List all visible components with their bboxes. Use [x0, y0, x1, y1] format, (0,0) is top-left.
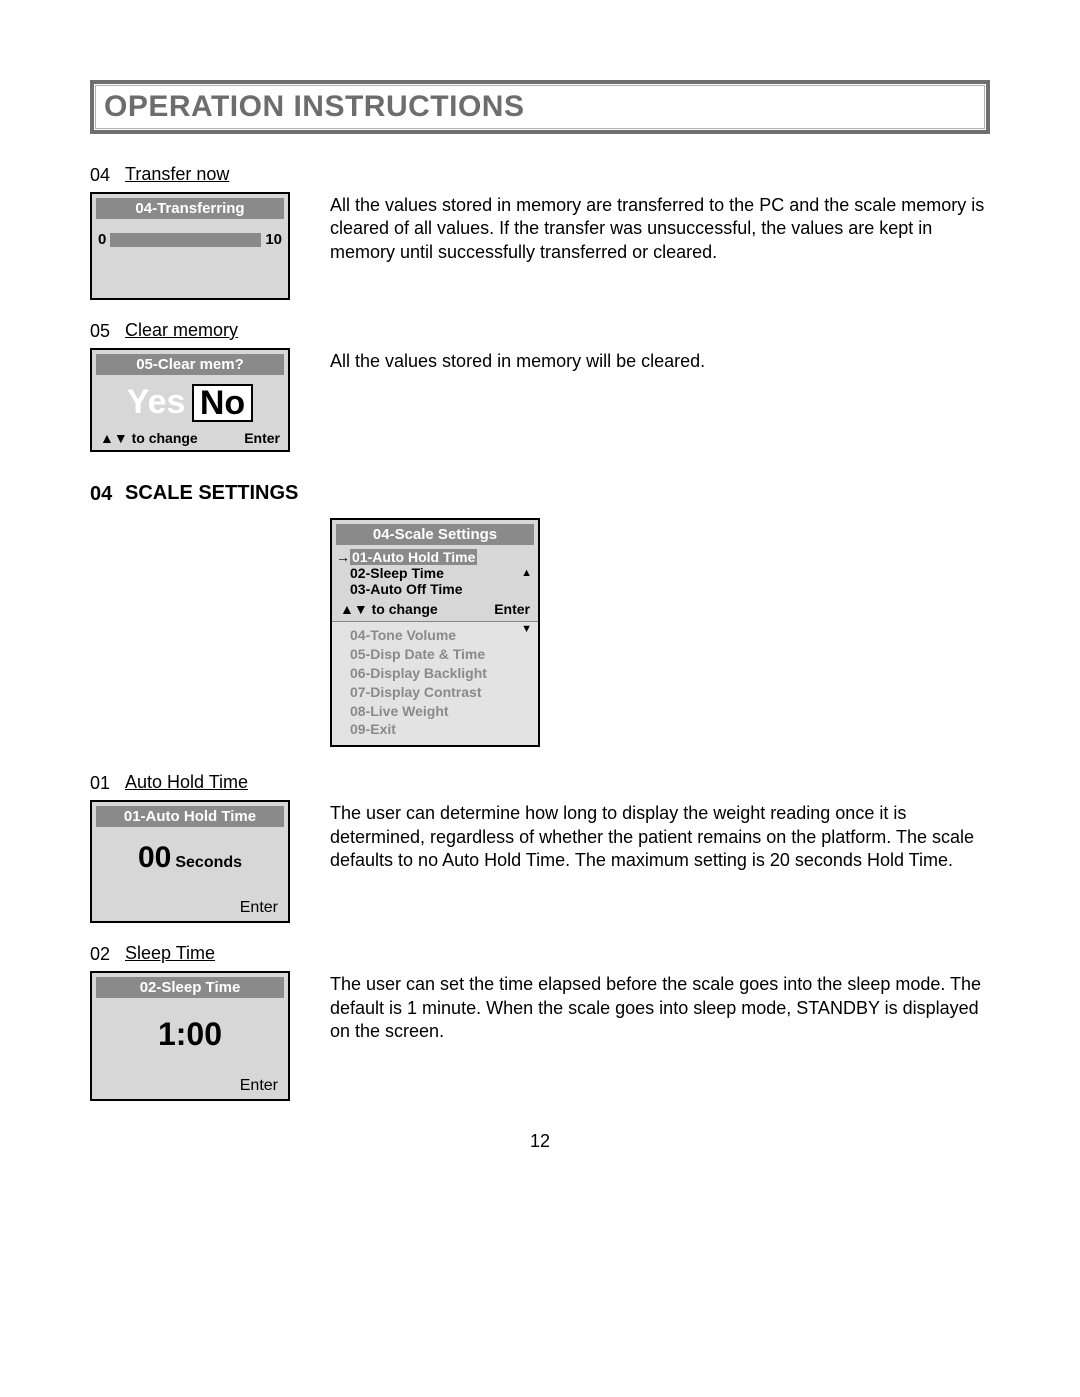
autohold-screen: 01-Auto Hold Time 00Seconds Enter	[90, 800, 290, 923]
option-no[interactable]: No	[192, 384, 253, 422]
item-transfer-content: 04-Transferring 0 10 All the values stor…	[90, 192, 990, 300]
yes-no-prompt: Yes No	[92, 375, 288, 428]
option-yes[interactable]: Yes	[127, 383, 186, 422]
menu-item: 07-Display Contrast	[350, 683, 532, 702]
scroll-up-icon[interactable]: ▲	[521, 567, 532, 579]
item-clear-header: 05 Clear memory	[90, 320, 990, 342]
hint-change: ▲▼ to change	[340, 601, 438, 617]
page-title: OPERATION INSTRUCTIONS	[104, 90, 976, 124]
scale-settings-menu-wrap: 04-Scale Settings → ▲ ▼ 01-Auto Hold Tim…	[330, 518, 990, 747]
item-clear-content: 05-Clear mem? Yes No ▲▼ to change Enter …	[90, 348, 990, 452]
hint-enter: Enter	[494, 601, 530, 617]
menu-footer: ▲▼ to change Enter	[332, 599, 538, 621]
selection-arrow-icon: →	[336, 549, 350, 565]
menu-item[interactable]: 02-Sleep Time	[350, 565, 532, 581]
item-number: 01	[90, 772, 125, 794]
hint-change: ▲▼ to change	[100, 430, 198, 446]
clear-screen: 05-Clear mem? Yes No ▲▼ to change Enter	[90, 348, 290, 452]
hint-enter: Enter	[92, 875, 288, 921]
section-scale-settings: 04 SCALE SETTINGS	[90, 482, 990, 506]
sub-sleep-header: 02 Sleep Time	[90, 943, 990, 965]
autohold-value: 00Seconds	[92, 827, 288, 875]
sleep-value: 1:00	[92, 998, 288, 1053]
sleep-screen: 02-Sleep Time 1:00 Enter	[90, 971, 290, 1101]
hint-enter: Enter	[244, 430, 280, 446]
sub-autohold-header: 01 Auto Hold Time	[90, 772, 990, 794]
menu-visible-items: → ▲ ▼ 01-Auto Hold Time 02-Sleep Time 03…	[332, 545, 538, 599]
screen-title: 02-Sleep Time	[96, 977, 284, 998]
item-label: Transfer now	[125, 164, 229, 185]
progress-max: 10	[265, 231, 282, 248]
transfer-screen: 04-Transferring 0 10	[90, 192, 290, 300]
section-label: SCALE SETTINGS	[125, 482, 298, 505]
screen-title: 01-Auto Hold Time	[96, 806, 284, 827]
item-label: Sleep Time	[125, 943, 215, 964]
clear-desc: All the values stored in memory will be …	[330, 348, 990, 452]
screen-title: 04-Scale Settings	[336, 524, 534, 545]
sub-autohold-content: 01-Auto Hold Time 00Seconds Enter The us…	[90, 800, 990, 923]
scale-settings-screen: 04-Scale Settings → ▲ ▼ 01-Auto Hold Tim…	[330, 518, 540, 747]
menu-item-selected[interactable]: 01-Auto Hold Time	[350, 549, 477, 565]
item-number: 05	[90, 320, 125, 342]
autohold-desc: The user can determine how long to displ…	[330, 800, 990, 923]
screen-title: 05-Clear mem?	[96, 354, 284, 375]
sub-sleep-content: 02-Sleep Time 1:00 Enter The user can se…	[90, 971, 990, 1101]
value-unit: Seconds	[175, 854, 242, 871]
progress-min: 0	[98, 231, 106, 248]
menu-item: 06-Display Backlight	[350, 664, 532, 683]
screen-footer: ▲▼ to change Enter	[92, 428, 288, 450]
menu-hidden-items: 04-Tone Volume 05-Disp Date & Time 06-Di…	[332, 621, 538, 745]
section-number: 04	[90, 482, 125, 506]
progress-bar: 0 10	[92, 219, 288, 298]
item-number: 02	[90, 943, 125, 965]
hint-enter: Enter	[92, 1053, 288, 1099]
menu-item: 04-Tone Volume	[350, 626, 532, 645]
menu-item: 05-Disp Date & Time	[350, 645, 532, 664]
sleep-desc: The user can set the time elapsed before…	[330, 971, 990, 1101]
menu-item: 08-Live Weight	[350, 702, 532, 721]
item-number: 04	[90, 164, 125, 186]
page-title-box: OPERATION INSTRUCTIONS	[90, 80, 990, 134]
scroll-down-icon[interactable]: ▼	[521, 623, 532, 635]
transfer-desc: All the values stored in memory are tran…	[330, 192, 990, 300]
item-transfer-header: 04 Transfer now	[90, 164, 990, 186]
page-number: 12	[90, 1131, 990, 1152]
menu-item[interactable]: 03-Auto Off Time	[350, 581, 532, 597]
progress-track	[110, 233, 261, 247]
value-number: 00	[138, 841, 171, 874]
item-label: Clear memory	[125, 320, 238, 341]
menu-item: 09-Exit	[350, 720, 532, 739]
item-label: Auto Hold Time	[125, 772, 248, 793]
screen-title: 04-Transferring	[96, 198, 284, 219]
